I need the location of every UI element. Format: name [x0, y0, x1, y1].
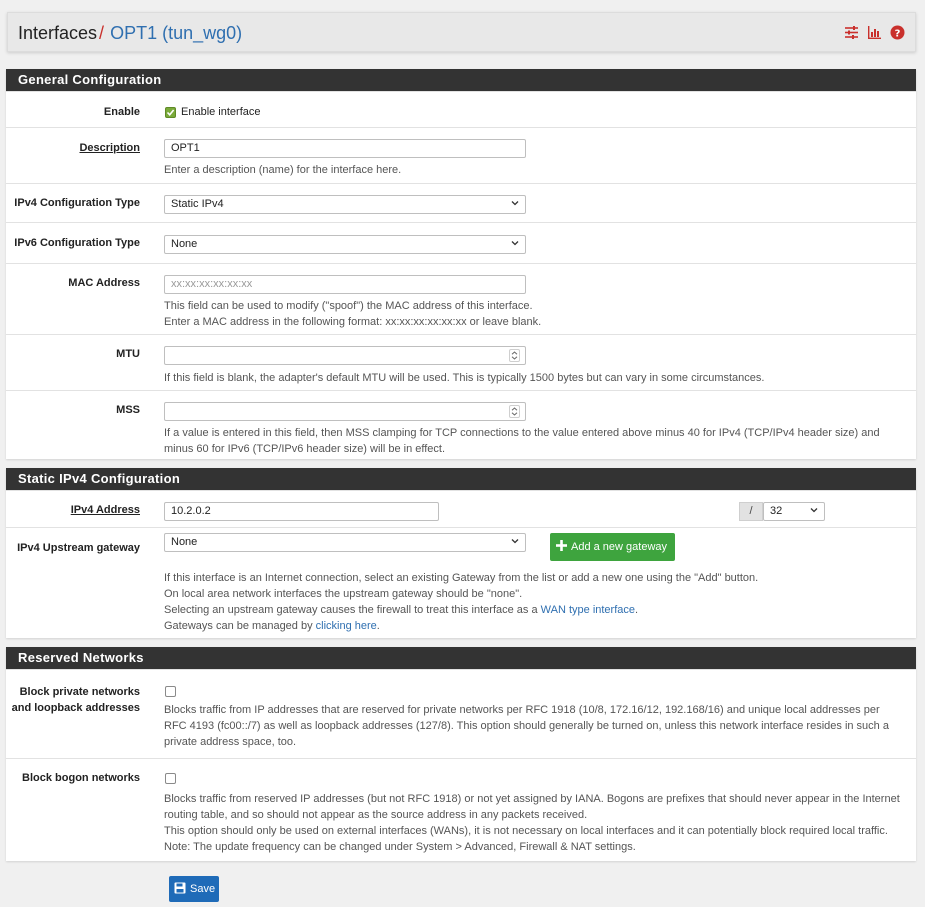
block-private-checkbox[interactable] [165, 686, 176, 697]
chevron-down-icon [511, 201, 519, 206]
mac-placeholder: xx:xx:xx:xx:xx:xx [171, 278, 253, 290]
description-input[interactable]: OPT1 [164, 139, 526, 158]
floppy-disk-icon [174, 882, 186, 894]
page-header: Interfaces / OPT1 (tun_wg0) ? [7, 12, 916, 52]
mtu-input[interactable] [164, 346, 526, 365]
panel-title: General Configuration [6, 69, 916, 91]
mac-row: MAC Address xx:xx:xx:xx:xx:xx This field… [6, 263, 916, 334]
block-bogon-help: Blocks traffic from reserved IP addresse… [164, 793, 900, 853]
block-private-label: Block private networks and loopback addr… [11, 686, 140, 714]
ipv6-type-value: None [171, 238, 198, 250]
ipv6-type-row: IPv6 Configuration Type None [6, 222, 916, 263]
mtu-row: MTU If this field is blank, the adapter'… [6, 334, 916, 390]
mss-help: If a value is entered in this field, the… [164, 427, 880, 455]
ipv4-type-value: Static IPv4 [171, 198, 224, 210]
ipv4-type-row: IPv4 Configuration Type Static IPv4 [6, 183, 916, 222]
mss-label: MSS [116, 404, 140, 416]
chevron-down-icon [511, 241, 519, 246]
mtu-label: MTU [116, 348, 140, 360]
breadcrumb-current[interactable]: OPT1 (tun_wg0) [110, 23, 242, 43]
wan-type-interface-link[interactable]: WAN type interface [541, 604, 635, 616]
bar-chart-icon[interactable] [867, 25, 882, 40]
ipv4-address-input[interactable]: 10.2.0.2 [164, 502, 439, 521]
breadcrumb: Interfaces / OPT1 (tun_wg0) [18, 23, 242, 44]
sliders-icon[interactable] [844, 25, 859, 40]
block-private-help: Blocks traffic from IP addresses that ar… [164, 704, 889, 748]
block-bogon-checkbox[interactable] [165, 773, 176, 784]
panel-title: Reserved Networks [6, 647, 916, 669]
mss-row: MSS If a value is entered in this field,… [6, 390, 916, 462]
breadcrumb-root[interactable]: Interfaces [18, 23, 97, 43]
mtu-help: If this field is blank, the adapter's de… [164, 372, 765, 384]
mac-input[interactable]: xx:xx:xx:xx:xx:xx [164, 275, 526, 294]
help-icon[interactable]: ? [890, 25, 905, 40]
ipv4-type-select[interactable]: Static IPv4 [164, 195, 526, 214]
enable-checkbox-label[interactable]: Enable interface [181, 106, 261, 118]
description-help: Enter a description (name) for the inter… [164, 164, 402, 176]
svg-text:?: ? [895, 28, 901, 39]
mss-input[interactable] [164, 402, 526, 421]
cidr-separator: / [739, 502, 763, 521]
ipv4-address-row: IPv4 Address 10.2.0.2 / 32 [6, 490, 916, 527]
mac-help: This field can be used to modify ("spoof… [164, 300, 542, 328]
description-label: Description [79, 142, 140, 154]
block-private-row: Block private networks and loopback addr… [6, 669, 916, 758]
clicking-here-link[interactable]: clicking here [316, 620, 377, 632]
enable-row: Enable Enable interface [6, 91, 916, 127]
ipv6-type-label: IPv6 Configuration Type [14, 237, 140, 249]
static-ipv4-panel: Static IPv4 Configuration IPv4 Address 1… [6, 468, 916, 638]
ipv4-gateway-select[interactable]: None [164, 533, 526, 552]
general-configuration-panel: General Configuration Enable Enable inte… [6, 69, 916, 459]
panel-title: Static IPv4 Configuration [6, 468, 916, 490]
cidr-select[interactable]: 32 [763, 502, 825, 521]
save-button[interactable]: Save [169, 876, 219, 902]
breadcrumb-separator: / [99, 23, 105, 43]
ipv6-type-select[interactable]: None [164, 235, 526, 254]
spinner-icon[interactable] [509, 349, 520, 362]
enable-label: Enable [103, 106, 140, 118]
plus-icon [556, 540, 567, 551]
block-bogon-label: Block bogon networks [22, 772, 140, 784]
mac-label: MAC Address [68, 277, 140, 289]
ipv4-gateway-row: IPv4 Upstream gateway None Add a new gat… [6, 527, 916, 639]
gateway-help: If this interface is an Internet connect… [164, 572, 759, 632]
add-gateway-button[interactable]: Add a new gateway [550, 533, 676, 561]
chevron-down-icon [511, 539, 519, 544]
enable-checkbox[interactable] [165, 107, 176, 118]
chevron-down-icon [810, 508, 818, 513]
block-bogon-row: Block bogon networks Blocks traffic from… [6, 758, 916, 862]
ipv4-gateway-label: IPv4 Upstream gateway [17, 542, 140, 554]
ipv4-address-label: IPv4 Address [70, 504, 140, 516]
description-row: Description OPT1 Enter a description (na… [6, 127, 916, 183]
spinner-icon[interactable] [509, 405, 520, 418]
ipv4-type-label: IPv4 Configuration Type [14, 197, 140, 209]
reserved-networks-panel: Reserved Networks Block private networks… [6, 647, 916, 861]
